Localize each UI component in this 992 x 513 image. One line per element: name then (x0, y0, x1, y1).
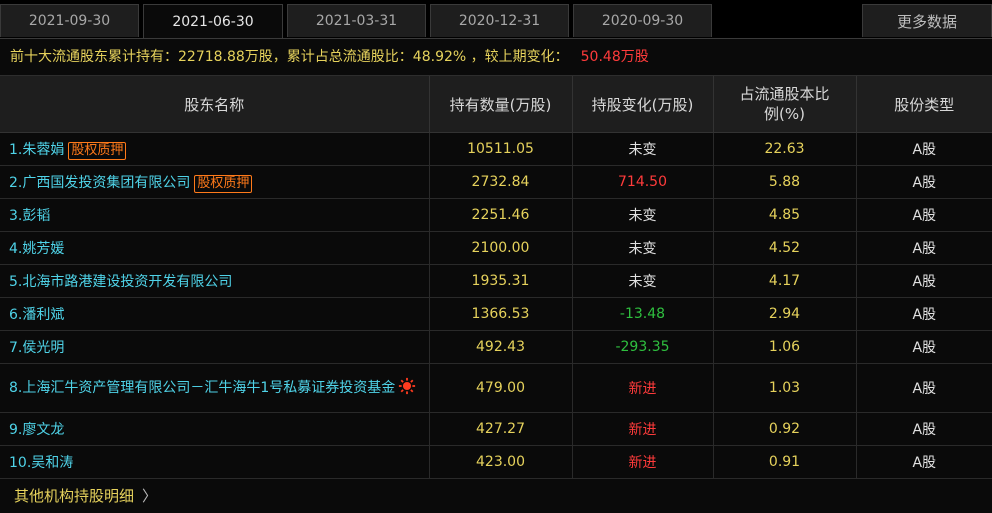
hold-change: 新进 (572, 363, 714, 413)
share-type: A股 (856, 198, 992, 232)
report-period-tabs: 2021-09-30 2021-06-30 2021-03-31 2020-12… (0, 0, 992, 39)
chevron-right-icon: 〉 (142, 487, 158, 505)
hold-amount: 479.00 (429, 363, 573, 413)
hold-change: -293.35 (572, 330, 714, 364)
hold-change: -13.48 (572, 297, 714, 331)
share-type: A股 (856, 445, 992, 479)
shareholder-name-text: 9.廖文龙 (9, 422, 65, 438)
share-type: A股 (856, 412, 992, 446)
hold-amount: 1366.53 (429, 297, 573, 331)
hold-change: 新进 (572, 412, 714, 446)
col-hold-change: 持股变化(万股) (572, 76, 714, 133)
tab-2021-03-31[interactable]: 2021-03-31 (287, 4, 426, 37)
hold-amount: 427.27 (429, 412, 573, 446)
pledge-badge: 股权质押 (68, 141, 127, 160)
table-row: 7.侯光明 492.43 -293.35 1.06 A股 (0, 330, 992, 364)
share-type: A股 (856, 297, 992, 331)
share-type: A股 (856, 330, 992, 364)
shareholder-name[interactable]: 1.朱蓉娟 股权质押 (0, 132, 430, 166)
hold-change: 714.50 (572, 165, 714, 199)
share-type: A股 (856, 264, 992, 298)
pledge-badge: 股权质押 (194, 174, 253, 193)
ratio: 5.88 (713, 165, 857, 199)
shareholder-name-text: 5.北海市路港建设投资开发有限公司 (9, 274, 233, 290)
hold-change: 新进 (572, 445, 714, 479)
shareholder-name-text: 7.侯光明 (9, 340, 65, 356)
table-row: 2.广西国发投资集团有限公司 股权质押 2732.84 714.50 5.88 A股 (0, 165, 992, 199)
shareholder-name-text: 2.广西国发投资集团有限公司 (9, 174, 191, 191)
hold-change: 未变 (572, 231, 714, 265)
shareholder-name[interactable]: 7.侯光明 (0, 330, 430, 364)
table-row: 5.北海市路港建设投资开发有限公司 1935.31 未变 4.17 A股 (0, 264, 992, 298)
ratio: 22.63 (713, 132, 857, 166)
shareholder-name-text: 8.上海汇牛资产管理有限公司－汇牛海牛1号私募证券投资基金 (9, 380, 396, 396)
tab-2021-09-30[interactable]: 2021-09-30 (0, 4, 139, 37)
col-share-type: 股份类型 (856, 76, 992, 133)
shareholder-name[interactable]: 8.上海汇牛资产管理有限公司－汇牛海牛1号私募证券投资基金 (0, 363, 430, 413)
hold-amount: 2732.84 (429, 165, 573, 199)
ratio: 1.03 (713, 363, 857, 413)
hold-amount: 10511.05 (429, 132, 573, 166)
table-row: 1.朱蓉娟 股权质押 10511.05 未变 22.63 A股 (0, 132, 992, 166)
shareholder-name[interactable]: 3.彭韬 (0, 198, 430, 232)
table-row: 6.潘利斌 1366.53 -13.48 2.94 A股 (0, 297, 992, 331)
summary-change: 50.48万股 (580, 49, 649, 65)
hold-change: 未变 (572, 198, 714, 232)
shareholder-name-text: 4.姚芳媛 (9, 241, 65, 257)
shareholder-name-text: 10.吴和涛 (9, 455, 74, 471)
share-type: A股 (856, 231, 992, 265)
hold-change: 未变 (572, 132, 714, 166)
shareholder-name[interactable]: 4.姚芳媛 (0, 231, 430, 265)
shareholder-name-text: 3.彭韬 (9, 208, 51, 224)
table-row: 10.吴和涛 423.00 新进 0.91 A股 (0, 445, 992, 479)
shareholder-name[interactable]: 2.广西国发投资集团有限公司 股权质押 (0, 165, 430, 199)
hold-amount: 1935.31 (429, 264, 573, 298)
holdings-summary: 前十大流通股东累计持有：22718.88万股，累计占总流通股比：48.92% ，… (0, 39, 992, 76)
shareholder-name-text: 6.潘利斌 (9, 307, 65, 323)
hold-amount: 2100.00 (429, 231, 573, 265)
hold-amount: 423.00 (429, 445, 573, 479)
summary-text: 前十大流通股东累计持有：22718.88万股，累计占总流通股比：48.92% ，… (10, 49, 569, 65)
hold-amount: 492.43 (429, 330, 573, 364)
ratio: 4.85 (713, 198, 857, 232)
table-header: 股东名称 持有数量(万股) 持股变化(万股) 占流通股本比例(%) 股份类型 (0, 76, 992, 133)
tab-2020-09-30[interactable]: 2020-09-30 (573, 4, 712, 37)
table-row: 4.姚芳媛 2100.00 未变 4.52 A股 (0, 231, 992, 265)
ratio: 0.92 (713, 412, 857, 446)
table-row: 9.廖文龙 427.27 新进 0.92 A股 (0, 412, 992, 446)
other-institutions-link[interactable]: 其他机构持股明细〉 (0, 479, 992, 513)
shareholder-name-text: 1.朱蓉娟 (9, 141, 65, 158)
shareholder-name[interactable]: 6.潘利斌 (0, 297, 430, 331)
tab-2020-12-31[interactable]: 2020-12-31 (430, 4, 569, 37)
more-data-button[interactable]: 更多数据 (862, 4, 992, 37)
ratio: 0.91 (713, 445, 857, 479)
share-type: A股 (856, 165, 992, 199)
ratio: 1.06 (713, 330, 857, 364)
table-row: 3.彭韬 2251.46 未变 4.85 A股 (0, 198, 992, 232)
col-shareholder-name: 股东名称 (0, 76, 430, 133)
hold-amount: 2251.46 (429, 198, 573, 232)
col-hold-amount: 持有数量(万股) (429, 76, 573, 133)
ratio: 4.52 (713, 231, 857, 265)
shareholder-name[interactable]: 5.北海市路港建设投资开发有限公司 (0, 264, 430, 298)
shareholder-name[interactable]: 9.廖文龙 (0, 412, 430, 446)
shareholders-table: 股东名称 持有数量(万股) 持股变化(万股) 占流通股本比例(%) 股份类型 1… (0, 76, 992, 479)
share-type: A股 (856, 132, 992, 166)
ratio: 4.17 (713, 264, 857, 298)
sun-icon (399, 377, 416, 395)
shareholder-name[interactable]: 10.吴和涛 (0, 445, 430, 479)
table-row: 8.上海汇牛资产管理有限公司－汇牛海牛1号私募证券投资基金 479.00 新进 1.0… (0, 363, 992, 413)
share-type: A股 (856, 363, 992, 413)
ratio: 2.94 (713, 297, 857, 331)
col-ratio: 占流通股本比例(%) (713, 76, 857, 133)
tab-2021-06-30[interactable]: 2021-06-30 (143, 4, 283, 38)
hold-change: 未变 (572, 264, 714, 298)
footer-label: 其他机构持股明细 (14, 487, 135, 505)
